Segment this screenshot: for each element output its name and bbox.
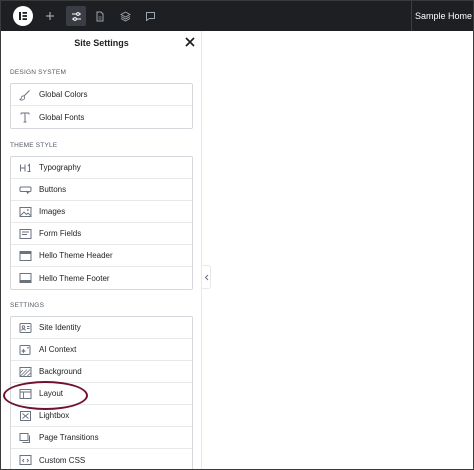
item-label: Site Identity (39, 323, 81, 332)
collapse-panel-button[interactable] (202, 265, 211, 289)
settings-item-global-colors[interactable]: Global Colors (11, 84, 192, 106)
item-label: Global Colors (39, 90, 88, 99)
item-label: Custom CSS (39, 455, 86, 465)
site-identity-icon (18, 321, 32, 335)
settings-item-global-fonts[interactable]: Global Fonts (11, 106, 192, 128)
settings-group: Site Identity AI Context Background Layo… (10, 316, 193, 469)
settings-item-lightbox[interactable]: Lightbox (11, 405, 192, 427)
settings-item-typography[interactable]: Typography (11, 157, 192, 179)
settings-item-background[interactable]: Background (11, 361, 192, 383)
topbar-divider (411, 1, 412, 31)
chevron-left-icon (204, 268, 209, 286)
heading-icon (18, 161, 32, 175)
custom-css-icon (18, 453, 32, 467)
item-label: Background (39, 367, 82, 376)
item-label: Layout (39, 389, 64, 398)
item-label: Page Transitions (39, 433, 99, 442)
close-icon[interactable] (183, 35, 197, 49)
font-icon (18, 110, 32, 124)
design-system-group: Global Colors Global Fonts (10, 83, 193, 129)
lightbox-icon (18, 409, 32, 423)
background-icon (18, 365, 32, 379)
panel-header: Site Settings (1, 31, 202, 55)
image-icon (18, 205, 32, 219)
item-label: Images (39, 207, 66, 216)
ai-icon (18, 343, 32, 357)
section-label-theme-style: THEME STYLE (10, 142, 58, 149)
structure-icon[interactable] (115, 6, 135, 26)
item-label: Hello Theme Header (39, 251, 113, 260)
item-label: AI Context (39, 345, 77, 354)
settings-item-custom-css[interactable]: Custom CSS (11, 449, 192, 469)
layout-icon (18, 387, 32, 401)
item-label: Lightbox (39, 411, 70, 420)
settings-item-buttons[interactable]: Buttons (11, 179, 192, 201)
settings-item-images[interactable]: Images (11, 201, 192, 223)
comments-icon[interactable] (140, 6, 160, 26)
elementor-logo-icon[interactable] (13, 6, 33, 26)
item-label: Form Fields (39, 229, 82, 238)
page-icon[interactable] (90, 6, 110, 26)
site-settings-panel: Site Settings DESIGN SYSTEM Global Color… (1, 31, 202, 469)
footer-icon (18, 271, 32, 285)
settings-item-hello-theme-footer[interactable]: Hello Theme Footer (11, 267, 192, 289)
form-icon (18, 227, 32, 241)
add-icon[interactable] (40, 6, 60, 26)
settings-item-hello-theme-header[interactable]: Hello Theme Header (11, 245, 192, 267)
section-label-design-system: DESIGN SYSTEM (10, 69, 67, 76)
settings-item-site-identity[interactable]: Site Identity (11, 317, 192, 339)
settings-item-ai-context[interactable]: AI Context (11, 339, 192, 361)
section-label-settings: SETTINGS (10, 302, 45, 309)
item-label: Typography (39, 163, 81, 172)
brush-icon (18, 88, 32, 102)
settings-item-page-transitions[interactable]: Page Transitions (11, 427, 192, 449)
button-icon (18, 183, 32, 197)
header-icon (18, 249, 32, 263)
site-name[interactable]: Sample Home (415, 1, 472, 31)
item-label: Buttons (39, 185, 67, 194)
settings-item-form-fields[interactable]: Form Fields (11, 223, 192, 245)
site-settings-icon[interactable] (66, 6, 86, 26)
item-label: Hello Theme Footer (39, 273, 110, 283)
item-label: Global Fonts (39, 112, 85, 122)
top-bar: Sample Home (1, 1, 473, 31)
page-transitions-icon (18, 431, 32, 445)
panel-title: Site Settings (74, 38, 129, 48)
settings-item-layout[interactable]: Layout (11, 383, 192, 405)
theme-style-group: Typography Buttons Images Form Fields He… (10, 156, 193, 290)
editor-window: Sample Home Site Settings DESIGN SYSTEM … (0, 0, 474, 470)
